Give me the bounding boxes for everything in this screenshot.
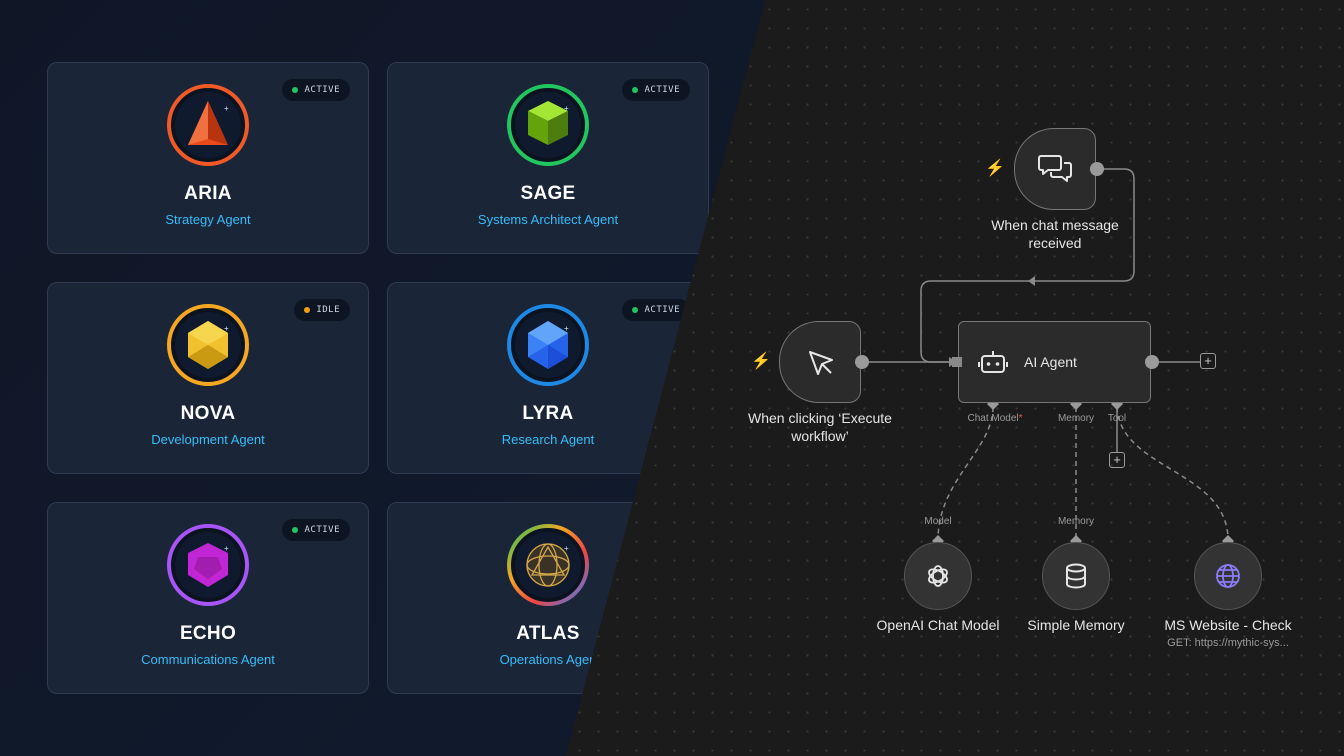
chat-trigger-node[interactable] xyxy=(1014,128,1096,210)
memory-port-label: Memory xyxy=(1057,516,1095,527)
agent-card-echo[interactable]: ACTIVE + ECHO Communications Agent xyxy=(47,502,369,694)
pyramid-gem-icon: + xyxy=(166,83,250,167)
openai-icon xyxy=(928,565,948,587)
geodesic-sphere-icon: + xyxy=(506,523,590,607)
status-badge: ACTIVE xyxy=(282,519,350,541)
status-text: ACTIVE xyxy=(304,525,340,535)
hexagon-gem-icon: + xyxy=(166,303,250,387)
status-text: ACTIVE xyxy=(644,305,680,315)
chat-trigger-label: When chat message received xyxy=(991,217,1119,251)
manual-trigger-output-port[interactable] xyxy=(855,355,869,369)
agent-card-nova[interactable]: IDLE + NOVA Development Agent xyxy=(47,282,369,474)
manual-trigger-bolt-icon: ⚡ xyxy=(751,353,771,370)
robot-icon xyxy=(978,351,1008,373)
agent-name: NOVA xyxy=(180,403,236,424)
agent-role: Strategy Agent xyxy=(165,212,251,227)
agent-name: ARIA xyxy=(184,183,232,204)
dodecahedron-gem-icon: + xyxy=(166,523,250,607)
ms-website-check-node[interactable] xyxy=(1194,542,1262,610)
ai-agent-node[interactable]: AI Agent xyxy=(958,321,1151,403)
status-badge: ACTIVE xyxy=(622,299,690,321)
chat-bubbles-icon xyxy=(1038,155,1072,182)
model-port-label: Model xyxy=(924,516,952,527)
manual-trigger-label: When clicking ‘Execute workflow’ xyxy=(748,410,892,444)
agent-role: Systems Architect Agent xyxy=(477,212,619,227)
manual-trigger-node[interactable] xyxy=(779,321,861,403)
status-badge: IDLE xyxy=(294,299,350,321)
svg-text:+: + xyxy=(224,544,229,553)
simple-memory-node[interactable] xyxy=(1042,542,1110,610)
agent-card-aria[interactable]: ACTIVE + ARIA Strategy Agent xyxy=(47,62,369,254)
ms-website-check-url: GET: https://mythic-sys... xyxy=(1167,637,1289,649)
ms-website-check-label: MS Website - Check xyxy=(1164,617,1292,633)
status-dot xyxy=(292,87,299,93)
globe-icon xyxy=(1216,564,1240,588)
agent-card-sage[interactable]: ACTIVE + SAGE Systems Architect Agent xyxy=(387,62,709,254)
status-dot xyxy=(292,527,299,533)
status-dot xyxy=(632,87,639,93)
chat-trigger-output-port[interactable] xyxy=(1090,162,1104,176)
status-badge: ACTIVE xyxy=(282,79,350,101)
openai-chat-model-label: OpenAI Chat Model xyxy=(876,617,1000,633)
simple-memory-label: Simple Memory xyxy=(1027,617,1125,633)
status-dot xyxy=(304,307,311,313)
svg-text:+: + xyxy=(564,104,569,113)
agent-name: SAGE xyxy=(520,183,576,204)
svg-text:+: + xyxy=(564,324,569,333)
add-tool-button[interactable]: + xyxy=(1109,452,1125,468)
svg-text:+: + xyxy=(224,324,229,333)
status-text: ACTIVE xyxy=(644,85,680,95)
chat-trigger-bolt-icon: ⚡ xyxy=(985,160,1005,177)
ai-agent-input-port[interactable] xyxy=(952,357,962,367)
status-badge: ACTIVE xyxy=(622,79,690,101)
status-text: ACTIVE xyxy=(304,85,340,95)
icosahedron-gem-icon: + xyxy=(506,303,590,387)
cube-gem-icon: + xyxy=(506,83,590,167)
database-icon xyxy=(1066,563,1086,589)
svg-text:+: + xyxy=(564,544,569,553)
status-dot xyxy=(632,307,639,313)
tool-connection xyxy=(1116,406,1229,541)
status-text: IDLE xyxy=(316,305,340,315)
add-next-node-button[interactable]: + xyxy=(1200,353,1216,369)
port-chat-model-label: Chat Model* xyxy=(967,413,1023,424)
port-tool-label: Tool xyxy=(1107,413,1127,424)
agent-name: ECHO xyxy=(179,623,237,644)
ai-agent-title: AI Agent xyxy=(1024,354,1077,370)
openai-chat-model-node[interactable] xyxy=(904,542,972,610)
cursor-click-icon xyxy=(809,351,833,375)
agent-role: Development Agent xyxy=(151,432,265,447)
agent-role: Communications Agent xyxy=(141,652,275,667)
svg-text:+: + xyxy=(224,104,229,113)
ai-agent-output-port[interactable] xyxy=(1145,355,1159,369)
